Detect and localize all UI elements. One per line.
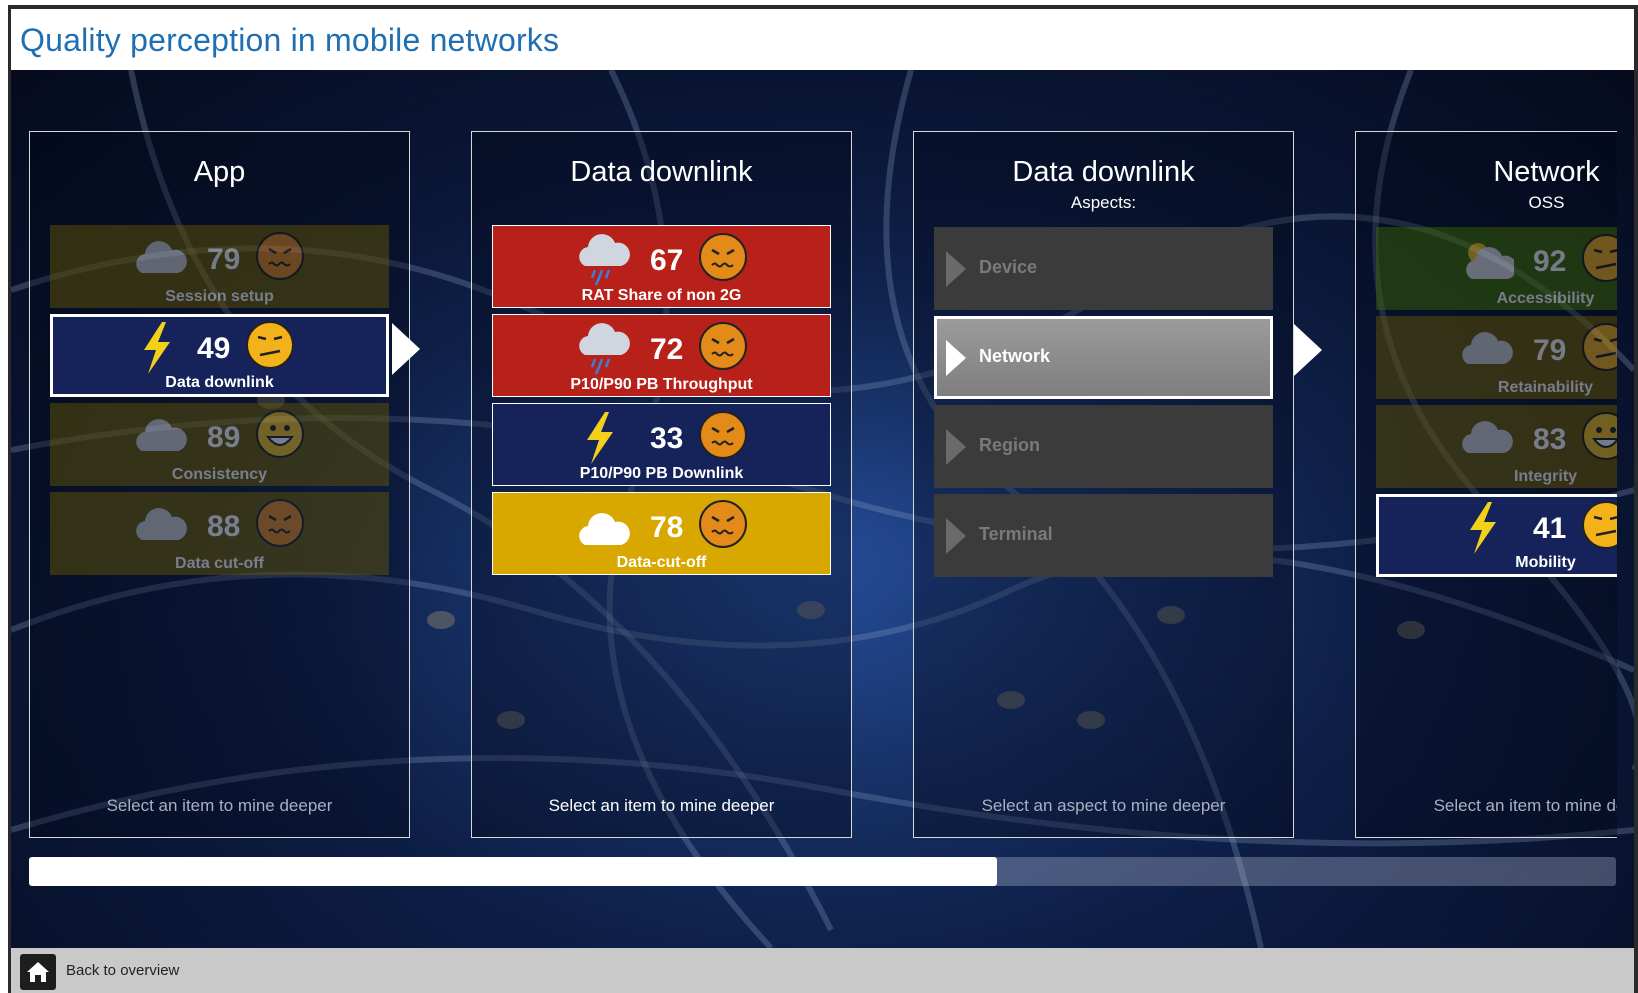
play-triangle-icon <box>946 429 966 465</box>
angry-face-icon <box>699 233 747 281</box>
rain-cloud-icon <box>579 323 630 375</box>
kpi-value: 83 <box>1533 423 1567 456</box>
footer-bar: Back to overview <box>11 948 1634 993</box>
kpi-label: Integrity <box>1513 468 1578 485</box>
page-title: Quality perception in mobile networks <box>20 22 560 58</box>
kpi-value: 88 <box>207 510 241 543</box>
play-triangle-icon <box>946 251 966 287</box>
skeptical-face-icon <box>1582 323 1617 371</box>
angry-face-icon <box>256 232 304 280</box>
horizontal-scrollbar[interactable] <box>29 857 1616 886</box>
kpi-tile-data-downlink[interactable]: 49 Data downlink <box>50 314 389 397</box>
kpi-value: 89 <box>207 421 241 454</box>
kpi-label: Data cut-off <box>175 555 264 572</box>
aspect-label: Network <box>979 346 1051 366</box>
cloud-icon <box>136 419 187 451</box>
kpi-value: 92 <box>1533 245 1567 278</box>
lightning-icon <box>587 412 613 464</box>
lightning-icon <box>144 322 170 374</box>
sun-cloud-icon <box>1466 243 1514 279</box>
back-to-overview-link[interactable]: Back to overview <box>66 962 179 979</box>
drilldown-stage: App 79 Session setup 49 Data downlink 89… <box>11 70 1634 948</box>
play-triangle-icon <box>946 518 966 554</box>
angry-face-icon <box>256 499 304 547</box>
kpi-label: P10/P90 PB Throughput <box>570 376 753 393</box>
kpi-tile-rat-share[interactable]: 67 RAT Share of non 2G <box>492 225 831 308</box>
kpi-label: P10/P90 PB Downlink <box>579 465 744 482</box>
kpi-label: Retainability <box>1497 379 1594 396</box>
kpi-label: Data-cut-off <box>616 554 707 571</box>
drilldown-arrow-icon <box>392 323 420 375</box>
aspect-region[interactable]: Region <box>934 405 1273 488</box>
drilldown-arrow-icon <box>1294 324 1322 376</box>
aspect-label: Terminal <box>979 524 1053 544</box>
kpi-label: Accessibility <box>1496 290 1595 307</box>
cloud-icon <box>136 508 187 540</box>
aspect-label: Device <box>979 257 1038 277</box>
panel-hint: Select an item to mine deeper <box>1433 796 1617 815</box>
kpi-value: 33 <box>650 422 684 455</box>
angry-face-icon <box>699 322 747 370</box>
panel-subtitle: OSS <box>1528 193 1565 212</box>
kpi-label: Mobility <box>1515 554 1576 571</box>
aspect-network[interactable]: Network <box>934 316 1273 399</box>
cloud-icon <box>1462 421 1513 453</box>
panel-title: Data downlink <box>1012 156 1195 188</box>
kpi-label: Consistency <box>171 466 268 483</box>
skeptical-face-icon <box>1582 501 1617 549</box>
scrollbar-thumb[interactable] <box>29 857 998 886</box>
play-triangle-icon <box>946 340 966 376</box>
home-icon <box>27 962 49 982</box>
title-bar: Quality perception in mobile networks <box>11 9 1634 70</box>
kpi-tile-throughput[interactable]: 72 P10/P90 PB Throughput <box>492 314 831 397</box>
panel-app: App 79 Session setup 49 Data downlink 89… <box>29 131 410 838</box>
panel-aspects: Data downlink Aspects: Device Network Re… <box>913 131 1294 838</box>
skeptical-face-icon <box>1582 234 1617 282</box>
kpi-label: RAT Share of non 2G <box>581 287 742 304</box>
angry-face-icon <box>699 411 747 459</box>
panel-data-downlink: Data downlink 67 RAT Share of non 2G 72 … <box>471 131 852 838</box>
panel-title: App <box>193 156 246 188</box>
aspect-device[interactable]: Device <box>934 227 1273 310</box>
kpi-value: 79 <box>207 243 241 276</box>
kpi-value: 78 <box>650 511 684 544</box>
panel-title: Data downlink <box>570 156 753 188</box>
kpi-tile-data-cut-off[interactable]: 88 Data cut-off <box>50 492 389 575</box>
kpi-tile-retainability[interactable]: 79 Retainability <box>1376 316 1617 399</box>
panel-title: Network <box>1493 156 1600 188</box>
skeptical-face-icon <box>246 321 294 369</box>
panel-hint: Select an item to mine deeper <box>548 796 775 815</box>
angry-face-icon <box>699 500 747 548</box>
home-button[interactable] <box>20 954 56 990</box>
kpi-value: 41 <box>1533 512 1567 545</box>
panel-subtitle: Aspects: <box>1070 193 1137 212</box>
panel-hint: Select an item to mine deeper <box>106 796 333 815</box>
panel-hint: Select an aspect to mine deeper <box>981 796 1226 815</box>
rain-cloud-icon <box>579 234 630 286</box>
happy-face-icon <box>1582 412 1617 460</box>
panel-network: Network OSS 92 Accessibility 79 Retainab… <box>1355 131 1617 838</box>
kpi-tile-session-setup[interactable]: 79 Session setup <box>50 225 389 308</box>
cloud-icon <box>136 241 187 273</box>
kpi-value: 67 <box>650 244 684 277</box>
kpi-tile-integrity[interactable]: 83 Integrity <box>1376 405 1617 488</box>
kpi-tile-consistency[interactable]: 89 Consistency <box>50 403 389 486</box>
cloud-icon <box>579 513 630 545</box>
kpi-tile-data-cut-off-2[interactable]: 78 Data-cut-off <box>492 492 831 575</box>
kpi-value: 79 <box>1533 334 1567 367</box>
kpi-tile-mobility[interactable]: 41 Mobility <box>1376 494 1617 577</box>
lightning-icon <box>1470 502 1496 554</box>
kpi-tile-accessibility[interactable]: 92 Accessibility <box>1376 227 1617 310</box>
kpi-tile-pb-downlink[interactable]: 33 P10/P90 PB Downlink <box>492 403 831 486</box>
aspect-terminal[interactable]: Terminal <box>934 494 1273 577</box>
happy-face-icon <box>256 410 304 458</box>
cloud-icon <box>1462 332 1513 364</box>
kpi-label: Data downlink <box>165 374 274 391</box>
kpi-value: 49 <box>197 332 231 365</box>
aspect-label: Region <box>979 435 1040 455</box>
kpi-value: 72 <box>650 333 684 366</box>
kpi-label: Session setup <box>165 288 274 305</box>
